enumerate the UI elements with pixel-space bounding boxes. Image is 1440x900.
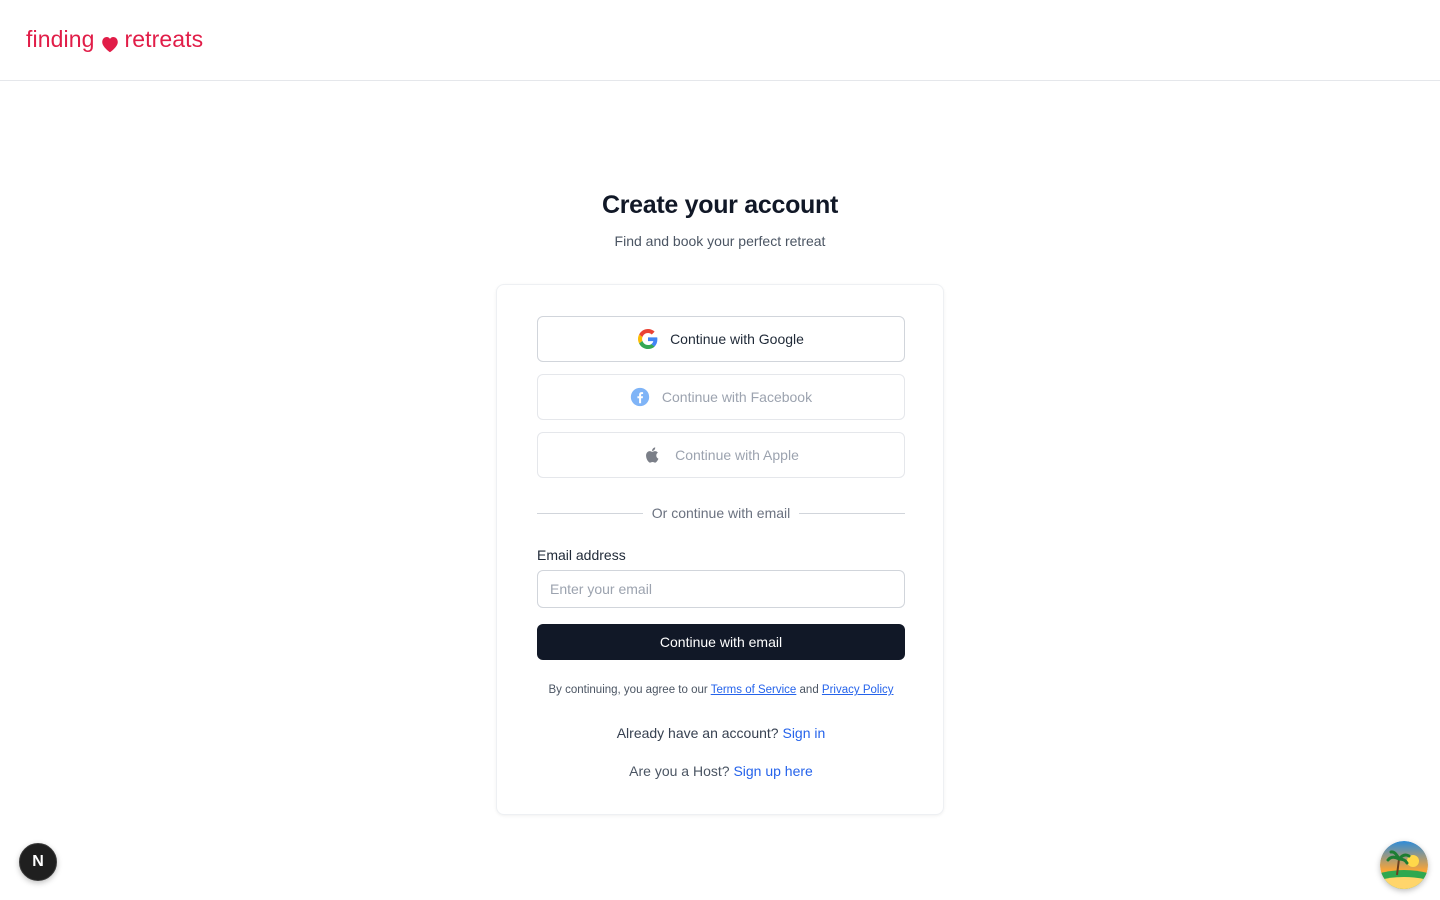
dev-badge-letter: N xyxy=(32,853,44,870)
top-navbar: finding retreats xyxy=(0,0,1440,81)
divider-line-right xyxy=(799,512,906,514)
signin-prompt: Already have an account? xyxy=(616,725,779,741)
signin-row: Already have an account? Sign in xyxy=(497,725,945,741)
host-sign-up-link[interactable]: Sign up here xyxy=(733,763,812,779)
beach-island-icon[interactable] xyxy=(1380,841,1428,889)
logo-text-finding: finding xyxy=(26,26,95,52)
continue-with-facebook-button[interactable]: Continue with Facebook xyxy=(537,374,905,420)
email-label: Email address xyxy=(537,547,626,563)
or-divider: Or continue with email xyxy=(537,503,906,523)
continue-with-email-button[interactable]: Continue with email xyxy=(537,624,905,660)
logo-text-retreats: retreats xyxy=(124,26,204,52)
signup-card: Continue with Google Continue with Faceb… xyxy=(496,284,944,815)
apple-icon xyxy=(643,445,663,465)
page-title: Create your account xyxy=(601,191,839,219)
nextjs-icon[interactable]: N xyxy=(19,843,57,881)
email-input[interactable] xyxy=(537,570,905,608)
facebook-icon xyxy=(630,387,650,407)
sign-in-link[interactable]: Sign in xyxy=(782,725,825,741)
google-icon xyxy=(638,329,658,349)
continue-with-google-button[interactable]: Continue with Google xyxy=(537,316,905,362)
terms-of-service-link[interactable]: Terms of Service xyxy=(711,684,797,696)
privacy-policy-link[interactable]: Privacy Policy xyxy=(822,684,894,696)
heart-icon xyxy=(100,32,120,52)
divider-line-left xyxy=(537,512,643,514)
divider-text: Or continue with email xyxy=(651,505,791,521)
brand-logo[interactable]: finding retreats xyxy=(26,26,203,53)
host-prompt: Are you a Host? xyxy=(629,763,730,779)
legal-notice: By continuing, you agree to our Terms of… xyxy=(497,684,945,696)
legal-prefix: By continuing, you agree to our xyxy=(548,684,708,696)
google-button-label: Continue with Google xyxy=(670,331,804,347)
legal-and: and xyxy=(799,684,819,696)
apple-button-label: Continue with Apple xyxy=(675,447,799,463)
host-signup-row: Are you a Host? Sign up here xyxy=(497,763,945,779)
page-subtitle: Find and book your perfect retreat xyxy=(614,233,826,249)
continue-with-apple-button[interactable]: Continue with Apple xyxy=(537,432,905,478)
facebook-button-label: Continue with Facebook xyxy=(661,389,813,405)
